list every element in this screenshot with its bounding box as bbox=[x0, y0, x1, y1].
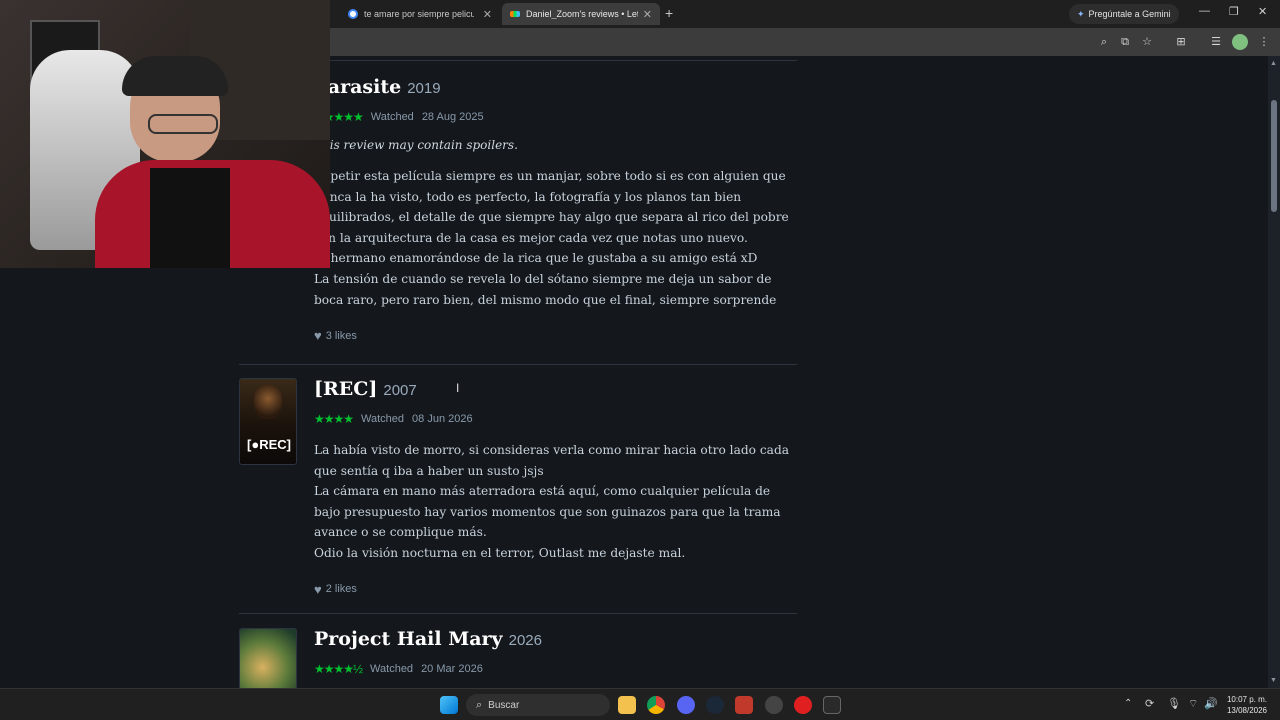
epic-games-icon[interactable] bbox=[823, 696, 841, 714]
scroll-up-icon[interactable]: ▲ bbox=[1270, 60, 1278, 68]
film-year[interactable]: 2019 bbox=[407, 80, 440, 97]
letterboxd-icon bbox=[510, 11, 520, 17]
minimize-button[interactable]: — bbox=[1199, 5, 1210, 17]
reading-list-icon[interactable]: ☰ bbox=[1208, 34, 1224, 50]
review-text[interactable]: La había visto de morro, si consideras v… bbox=[314, 440, 797, 564]
watched-date[interactable]: 20 Mar 2026 bbox=[421, 663, 483, 675]
system-clock[interactable]: 10:07 p. m. 13/08/2026 bbox=[1227, 694, 1267, 716]
black-shirt bbox=[150, 168, 230, 268]
spoiler-warning: This review may contain spoilers. bbox=[314, 138, 518, 152]
profile-avatar[interactable] bbox=[1232, 34, 1248, 50]
chrome-icon[interactable] bbox=[647, 696, 665, 714]
glasses bbox=[148, 114, 218, 134]
discord-icon[interactable] bbox=[677, 696, 695, 714]
likes-count[interactable]: ♥ 3 likes bbox=[314, 328, 797, 343]
text-cursor-icon: I bbox=[456, 381, 460, 395]
gemini-button[interactable]: ✦ Pregúntale a Gemini bbox=[1069, 4, 1179, 24]
film-year[interactable]: 2026 bbox=[509, 632, 542, 649]
media-player-icon[interactable] bbox=[794, 696, 812, 714]
heart-icon[interactable]: ♥ bbox=[314, 328, 322, 343]
person-hair bbox=[122, 56, 228, 96]
taskbar-search[interactable]: ⌕ Buscar bbox=[466, 694, 610, 716]
divider bbox=[239, 613, 797, 614]
google-icon bbox=[348, 9, 358, 19]
heart-icon[interactable]: ♥ bbox=[314, 582, 322, 597]
volume-icon[interactable]: 🔊 bbox=[1204, 697, 1218, 710]
watched-label: Watched bbox=[370, 111, 414, 123]
watched-label: Watched bbox=[370, 663, 414, 675]
tab-letterboxd[interactable]: Daniel_Zoom's reviews • Letterb ✕ bbox=[502, 3, 660, 25]
install-app-icon[interactable]: ⧉ bbox=[1117, 34, 1133, 50]
watched-label: Watched bbox=[361, 413, 405, 425]
new-tab-button[interactable]: + bbox=[665, 5, 673, 21]
scroll-down-icon[interactable]: ▼ bbox=[1270, 677, 1278, 685]
extensions-icon[interactable]: ⊞ bbox=[1173, 34, 1189, 50]
tab-label: te amare por siempre pelicula bbox=[364, 9, 474, 19]
divider bbox=[239, 364, 797, 365]
tray-chevron-icon[interactable]: ⌃ bbox=[1124, 698, 1132, 709]
menu-kebab-icon[interactable]: ⋮ bbox=[1256, 34, 1272, 50]
tab-google-search[interactable]: te amare por siempre pelicula ✕ bbox=[340, 3, 500, 25]
film-year[interactable]: 2007 bbox=[383, 382, 416, 399]
poster-face bbox=[254, 385, 282, 419]
voicemeeter-icon[interactable] bbox=[735, 696, 753, 714]
tab-label: Daniel_Zoom's reviews • Letterb bbox=[526, 9, 638, 19]
film-poster[interactable] bbox=[239, 628, 297, 688]
review-text[interactable]: Repetir esta película siempre es un manj… bbox=[314, 166, 797, 310]
film-title[interactable]: Project Hail Mary bbox=[314, 628, 503, 650]
rating-stars: ★★★★ bbox=[314, 412, 354, 426]
search-icon: ⌕ bbox=[476, 698, 483, 711]
watched-date[interactable]: 28 Aug 2025 bbox=[422, 111, 484, 123]
obs-icon[interactable] bbox=[765, 696, 783, 714]
watched-date[interactable]: 08 Jun 2026 bbox=[412, 413, 473, 425]
wifi-icon[interactable]: ⌔ bbox=[1188, 697, 1198, 711]
steam-icon[interactable] bbox=[706, 696, 724, 714]
scrollbar-thumb[interactable] bbox=[1271, 100, 1277, 212]
film-title[interactable]: [REC] bbox=[314, 378, 377, 400]
windows-taskbar: ⌕ Buscar ⌃ ⟳ 🎙 ⌔ 🔊 10:07 p. m. 13/08/202… bbox=[0, 688, 1280, 720]
network-icon[interactable]: ⟳ bbox=[1145, 697, 1154, 710]
film-poster[interactable]: [●REC] bbox=[239, 378, 297, 465]
close-tab-icon[interactable]: ✕ bbox=[483, 8, 492, 21]
poster-title: [●REC] bbox=[247, 437, 291, 452]
webcam-overlay bbox=[0, 0, 330, 268]
gemini-icon: ✦ bbox=[1077, 8, 1085, 19]
zoom-icon[interactable]: ⌕ bbox=[1096, 34, 1112, 50]
likes-count[interactable]: ♥ 2 likes bbox=[314, 582, 797, 597]
close-window-button[interactable]: ✕ bbox=[1258, 5, 1267, 18]
restore-button[interactable]: ❐ bbox=[1229, 5, 1239, 18]
windows-start-icon[interactable] bbox=[440, 696, 458, 714]
bookmark-star-icon[interactable]: ☆ bbox=[1139, 34, 1155, 50]
microphone-icon[interactable]: 🎙 bbox=[1167, 697, 1181, 710]
close-tab-icon[interactable]: ✕ bbox=[643, 8, 652, 21]
file-explorer-icon[interactable] bbox=[618, 696, 636, 714]
rating-stars: ★★★★½ bbox=[314, 662, 363, 676]
